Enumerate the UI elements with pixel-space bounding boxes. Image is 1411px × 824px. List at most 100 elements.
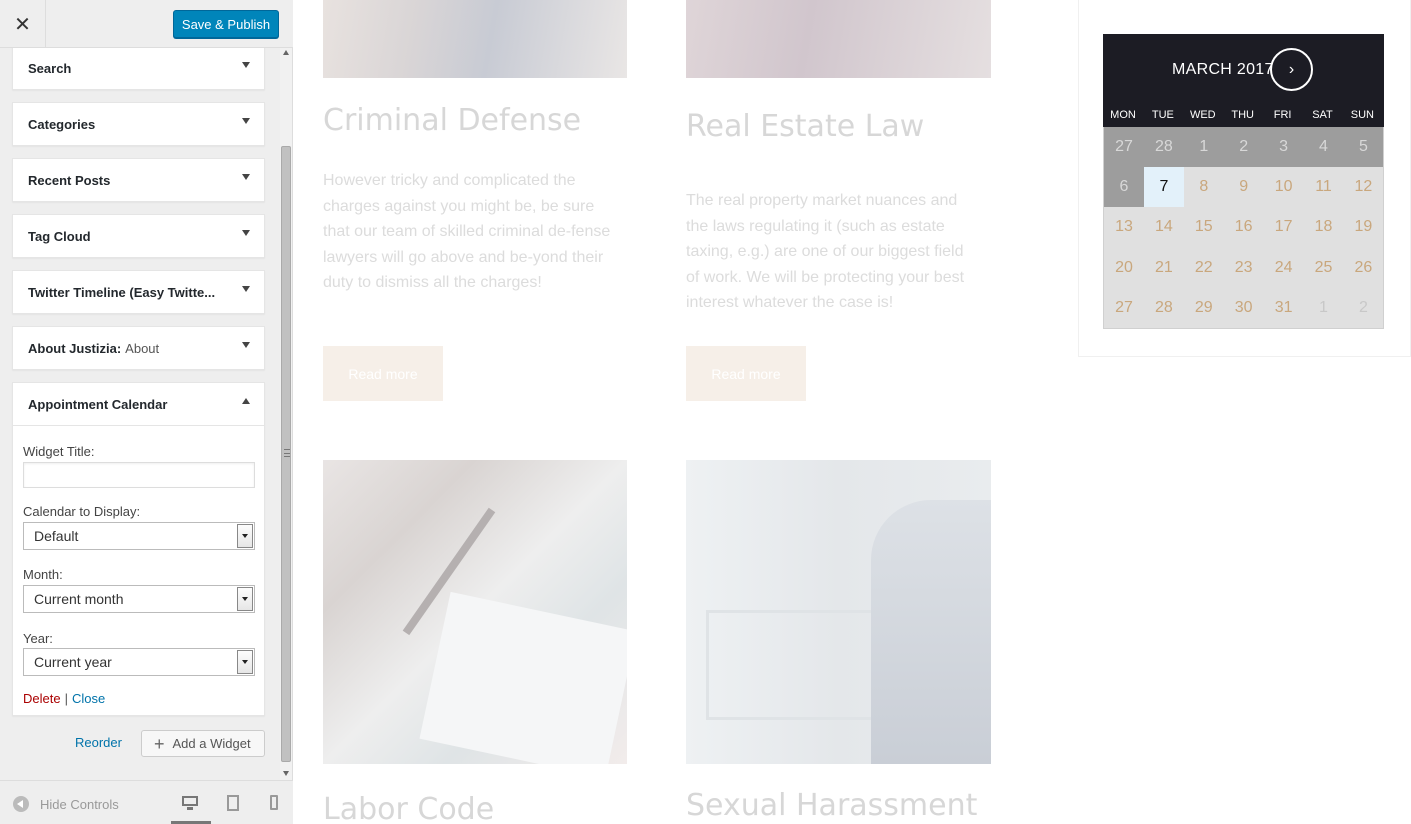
customizer-header: ✕ Save & Publish [0,0,293,48]
chevron-up-icon[interactable] [242,398,250,404]
widget-title: About Justizia: [28,340,122,356]
close-icon: ✕ [14,13,31,36]
widget-title-label: Widget Title: [23,444,95,459]
tablet-preview-icon[interactable] [225,795,243,811]
calendar-day[interactable]: 14 [1144,207,1184,247]
widget-categories[interactable]: Categories [12,102,265,146]
calendar-day: 3 [1263,127,1304,167]
chevron-down-icon[interactable] [242,62,250,68]
collapse-arrow-icon[interactable] [13,796,29,812]
site-preview: Criminal Defense However tricky and comp… [293,0,1411,824]
close-widget-link[interactable]: Close [72,691,105,706]
mobile-preview-icon[interactable] [268,795,286,811]
weekday-label: TUE [1151,109,1174,121]
calendar-day[interactable]: 19 [1343,207,1383,247]
widget-tag-cloud[interactable]: Tag Cloud [12,214,265,258]
reorder-link[interactable]: Reorder [75,735,122,750]
weekday-label: SUN [1350,109,1374,121]
post-title[interactable]: Sexual Harassment [686,788,977,823]
save-publish-button[interactable]: Save & Publish [173,10,279,38]
widget-header[interactable]: Tag Cloud [13,215,264,257]
calendar-day[interactable]: 18 [1304,207,1344,247]
weekday-label: SAT [1312,109,1333,121]
widget-header[interactable]: Appointment Calendar [13,383,264,425]
calendar-day[interactable]: 9 [1224,167,1264,207]
calendar-day[interactable]: 23 [1224,248,1264,288]
widget-header[interactable]: Categories [13,103,264,145]
widget-header[interactable]: About Justizia: About [13,327,264,369]
widget-search[interactable]: Search [12,48,265,90]
widget-subtitle: About [125,340,160,356]
delete-widget-link[interactable]: Delete [23,691,61,706]
chevron-down-icon[interactable] [242,118,250,124]
link-separator: | [64,691,68,706]
calendar-day[interactable]: 21 [1144,248,1184,288]
post-image[interactable] [686,0,991,78]
calendar-day[interactable]: 17 [1264,207,1304,247]
widget-header[interactable]: Twitter Timeline (Easy Twitte... [13,271,264,313]
calendar-day[interactable]: 12 [1343,167,1383,207]
close-customizer-button[interactable]: ✕ [0,0,46,48]
calendar-day[interactable]: 22 [1184,248,1224,288]
scroll-down-icon[interactable] [283,771,289,776]
sidebar-scrollbar[interactable] [280,48,292,780]
calendar-day[interactable]: 11 [1304,167,1344,207]
calendar-day[interactable]: 29 [1184,288,1224,328]
post-title[interactable]: Criminal Defense [323,103,581,138]
dropdown-arrow-icon[interactable] [237,524,253,548]
scrollbar-thumb[interactable] [281,146,291,762]
hide-controls-button[interactable]: Hide Controls [40,797,119,812]
calendar-display-select[interactable]: Default [23,522,255,550]
calendar-header: MARCH 2017 › MON TUE WED THU FRI SAT SUN [1103,34,1384,127]
widget-appointment-calendar[interactable]: Appointment Calendar Widget Title: Calen… [12,382,265,716]
calendar-day[interactable]: 8 [1184,167,1224,207]
month-select[interactable]: Current month [23,585,255,613]
dropdown-arrow-icon[interactable] [237,587,253,611]
calendar-day: 2 [1223,127,1264,167]
month-value: Current month [34,591,124,607]
calendar-display-label: Calendar to Display: [23,504,141,519]
desktop-preview-icon[interactable] [181,795,199,811]
calendar-day[interactable]: 24 [1264,248,1304,288]
calendar-day[interactable]: 13 [1104,207,1144,247]
widget-title-input[interactable] [23,462,255,488]
next-month-button[interactable]: › [1270,48,1313,91]
post-image[interactable] [686,460,991,764]
year-select[interactable]: Current year [23,648,255,676]
widget-header[interactable]: Search [13,48,264,89]
widget-recent-posts[interactable]: Recent Posts [12,158,265,202]
calendar-day[interactable]: 15 [1184,207,1224,247]
calendar-day[interactable]: 20 [1104,248,1144,288]
month-label: Month: [23,567,63,582]
dropdown-arrow-icon[interactable] [237,650,253,674]
calendar-day[interactable]: 16 [1224,207,1264,247]
chevron-down-icon[interactable] [242,286,250,292]
calendar-day[interactable]: 10 [1264,167,1304,207]
read-more-button[interactable]: Read more [323,346,443,401]
appointment-calendar: MARCH 2017 › MON TUE WED THU FRI SAT SUN 27 28 1… [1103,34,1384,329]
chevron-down-icon[interactable] [242,174,250,180]
widget-header[interactable]: Recent Posts [13,159,264,201]
calendar-day[interactable]: 28 [1144,288,1184,328]
calendar-day[interactable]: 26 [1343,248,1383,288]
widget-title: Search [28,60,72,76]
widget-twitter-timeline[interactable]: Twitter Timeline (Easy Twitte... [12,270,265,314]
add-widget-button[interactable]: + Add a Widget [141,730,265,757]
scroll-up-icon[interactable] [283,50,289,55]
post-image[interactable] [323,460,627,764]
widget-actions: Delete | Close [23,691,105,706]
calendar-day[interactable]: 7 [1143,167,1184,208]
chevron-down-icon[interactable] [242,342,250,348]
calendar-day[interactable]: 31 [1264,288,1304,328]
read-more-button[interactable]: Read more [686,346,806,401]
calendar-day[interactable]: 25 [1304,248,1344,288]
calendar-day[interactable]: 30 [1224,288,1264,328]
calendar-day[interactable]: 27 [1104,288,1144,328]
post-title[interactable]: Labor Code [323,792,494,824]
chevron-down-icon[interactable] [242,230,250,236]
post-title[interactable]: Real Estate Law [686,109,924,144]
post-image[interactable] [323,0,627,78]
widget-about[interactable]: About Justizia: About [12,326,265,370]
calendar-day: 4 [1303,127,1344,167]
widget-title: Twitter Timeline (Easy Twitte... [28,284,216,300]
